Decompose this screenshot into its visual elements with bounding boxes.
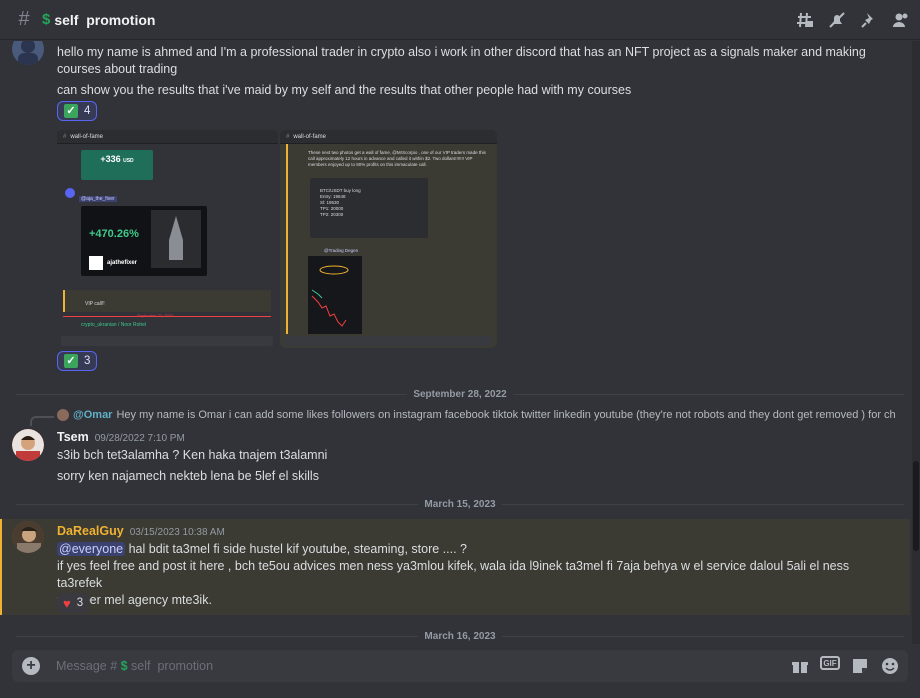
signal-card: BTC/USDT buy long Entry: 19648 Sl: 19530… [310, 178, 428, 238]
attachment-image[interactable]: # wall-of-fame +336 USD @aja_the_fixer +4… [57, 130, 278, 348]
channel-name: self promotion [54, 11, 156, 28]
reply-connector [30, 416, 54, 426]
message-line: hello my name is ahmed and I'm a profess… [57, 45, 866, 59]
author-name[interactable]: DaRealGuy [57, 524, 124, 538]
sticker-icon[interactable] [850, 656, 870, 676]
message-input[interactable]: Message # $ self promotion [56, 659, 213, 673]
trade-ref: ajathefixer [107, 260, 138, 266]
date-divider: September 28, 2022 [16, 387, 905, 401]
reaction-count: 3 [76, 597, 84, 609]
message-line: sorry ken najamech nekteb lena be 5lef e… [57, 469, 319, 483]
signal-line: TP2: 20300 [320, 212, 344, 217]
everyone-mention[interactable]: @everyone [57, 542, 126, 556]
date-divider: March 15, 2023 [16, 497, 905, 511]
price-chart [308, 256, 362, 334]
channel-emoji: $ [42, 11, 51, 28]
message-line: can show you the results that i've maid … [57, 83, 632, 97]
members-icon[interactable] [890, 9, 912, 31]
screenshot-header: # wall-of-fame [280, 130, 497, 144]
screenshot-header: # wall-of-fame [57, 130, 278, 144]
date-label: March 16, 2023 [424, 630, 496, 642]
timestamp: 09/28/2022 7:10 PM [94, 433, 185, 444]
threads-icon[interactable] [794, 9, 816, 31]
message-line: s3ib bch tet3alamha ? Ken haka tnajem t3… [57, 448, 328, 462]
hashtag-threads-icon: # [18, 8, 30, 30]
message-line: w kaber mel agency mte3ik. [57, 593, 212, 607]
pin-icon[interactable] [858, 9, 880, 31]
reaction-checkmark[interactable]: ✓ 4 [57, 101, 98, 121]
message-content: DaRealGuy 03/15/2023 10:38 AM @everyone h… [57, 523, 877, 609]
reaction-checkmark[interactable]: ✓ 3 [57, 351, 98, 371]
message-list[interactable]: hello my name is ahmed and I'm a profess… [0, 41, 920, 644]
screenshot-date: September 22, 2022 [137, 313, 174, 318]
trade-card: +470.26% ajathefixer [81, 206, 207, 276]
message-line: hal bdit ta3mel fi side hustel kif youtu… [125, 542, 467, 556]
add-attachment-icon[interactable]: + [22, 657, 40, 675]
screenshot-channel: wall-of-fame [293, 133, 327, 140]
message-line: courses about trading [57, 62, 178, 76]
reply-text: Hey my name is Omar i can add some likes… [116, 409, 896, 421]
channel-header: # $ self promotion [0, 0, 920, 40]
screenshot-reply: VIP call!! [85, 301, 105, 307]
reply-avatar [57, 409, 69, 421]
placeholder-channel: self promotion [127, 659, 214, 673]
profit-unit: USD [123, 158, 134, 164]
avatar[interactable] [12, 429, 44, 461]
screenshot-channel: wall-of-fame [70, 133, 104, 140]
scrollbar-thumb[interactable] [913, 461, 919, 551]
profit-card: +336 USD [81, 150, 153, 180]
message-content: hello my name is ahmed and I'm a profess… [57, 44, 877, 99]
screenshot-handle: @aja_the_fixer [79, 196, 117, 202]
trade-pct: +470.26% [89, 228, 139, 240]
timestamp: 03/15/2023 10:38 AM [129, 527, 225, 538]
placeholder-prefix: Message # [56, 659, 121, 673]
reply-preview[interactable]: @Omar Hey my name is Omar i can add some… [57, 409, 896, 421]
author-name[interactable]: Tsem [57, 430, 89, 444]
checkmark-icon: ✓ [64, 104, 78, 118]
gif-icon[interactable]: GIF [820, 656, 840, 670]
checkmark-icon: ✓ [64, 354, 78, 368]
date-label: September 28, 2022 [413, 388, 507, 400]
reply-author[interactable]: @Omar [73, 409, 112, 421]
message-line: if yes feel free and post it here , bch … [57, 559, 850, 590]
screenshot-mention: @Trading Degen [324, 248, 359, 253]
screenshot-user: crypto_ukranian / Noor Rohel [81, 322, 147, 328]
screenshot-text: These next two photos get a wall of fame… [308, 150, 486, 167]
attachment-image[interactable]: # wall-of-fame These next two photos get … [280, 130, 497, 348]
gift-icon[interactable] [790, 656, 810, 676]
reaction-count: 3 [84, 355, 91, 367]
avatar[interactable] [12, 41, 44, 65]
mute-bell-icon[interactable] [826, 9, 848, 31]
message-content: Tsem 09/28/2022 7:10 PM s3ib bch tet3alam… [57, 429, 877, 485]
reaction-count: 4 [84, 105, 91, 117]
message-composer[interactable]: + Message # $ self promotion GIF [12, 650, 908, 682]
heart-icon: ♥ [63, 595, 71, 611]
date-label: March 15, 2023 [424, 498, 496, 510]
profit-value: +336 [100, 154, 121, 164]
date-divider: March 16, 2023 [16, 629, 905, 643]
scrollbar[interactable] [912, 41, 920, 644]
reaction-heart[interactable]: ♥ 3 [57, 593, 90, 613]
avatar[interactable] [12, 521, 44, 553]
placeholder-emoji: $ [120, 659, 128, 673]
emoji-icon[interactable] [880, 656, 900, 676]
